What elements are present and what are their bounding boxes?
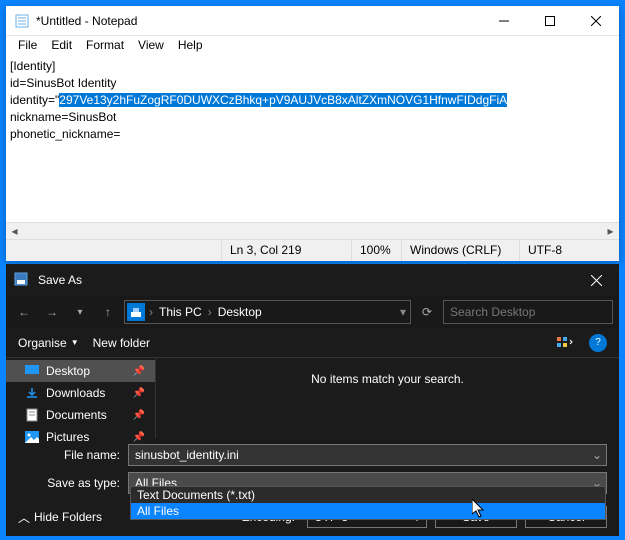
- refresh-button[interactable]: ⟳: [415, 300, 439, 324]
- close-button[interactable]: [573, 6, 619, 36]
- notepad-editor[interactable]: [Identity] id=SinusBot Identity identity…: [6, 56, 619, 222]
- file-list[interactable]: No items match your search.: [156, 358, 619, 438]
- notepad-window: *Untitled - Notepad File Edit Format Vie…: [6, 6, 619, 260]
- picture-icon: [24, 429, 40, 445]
- notepad-title: *Untitled - Notepad: [36, 14, 481, 28]
- new-folder-button[interactable]: New folder: [93, 336, 150, 350]
- notepad-icon: [14, 13, 30, 29]
- hide-folders-button[interactable]: ︿Hide Folders: [18, 509, 102, 526]
- menu-format[interactable]: Format: [80, 36, 130, 56]
- chevron-up-icon: ︿: [18, 509, 30, 526]
- pin-icon[interactable]: 📌: [133, 388, 145, 399]
- save-as-toolbar: Organise▼ New folder ?: [6, 328, 619, 358]
- nav-up-button[interactable]: ↑: [96, 300, 120, 324]
- scroll-left-icon[interactable]: ◂: [6, 223, 23, 240]
- menu-file[interactable]: File: [12, 36, 43, 56]
- search-input[interactable]: Search Desktop: [443, 300, 613, 324]
- status-zoom: 100%: [351, 240, 401, 261]
- chevron-down-icon[interactable]: ⌄: [592, 448, 602, 462]
- notepad-statusbar: Ln 3, Col 219 100% Windows (CRLF) UTF-8: [6, 239, 619, 261]
- save-as-icon: [14, 272, 30, 288]
- notepad-titlebar[interactable]: *Untitled - Notepad: [6, 6, 619, 36]
- search-placeholder: Search Desktop: [450, 305, 535, 319]
- folder-tree: Desktop📌 Downloads📌 Documents📌 Pictures📌: [6, 358, 156, 438]
- notepad-menu: File Edit Format View Help: [6, 36, 619, 56]
- download-icon: [24, 385, 40, 401]
- save-as-titlebar[interactable]: Save As: [6, 264, 619, 296]
- status-eol: Windows (CRLF): [401, 240, 519, 261]
- save-as-navbar: ← → ▾ ↑ › This PC › Desktop ▾ ⟳ Search D…: [6, 296, 619, 328]
- help-button[interactable]: ?: [589, 334, 607, 352]
- empty-message: No items match your search.: [311, 372, 464, 386]
- breadcrumb-this-pc[interactable]: This PC: [157, 305, 204, 319]
- organise-button[interactable]: Organise▼: [18, 336, 79, 350]
- nav-forward-button[interactable]: →: [40, 300, 64, 324]
- desktop-icon: [24, 363, 40, 379]
- menu-edit[interactable]: Edit: [45, 36, 78, 56]
- type-dropdown: Text Documents (*.txt) All Files: [130, 486, 606, 520]
- scroll-right-icon[interactable]: ▸: [602, 223, 619, 240]
- pin-icon[interactable]: 📌: [133, 366, 145, 377]
- type-option-all[interactable]: All Files: [131, 503, 605, 519]
- nav-recent-button[interactable]: ▾: [68, 300, 92, 324]
- address-bar[interactable]: › This PC › Desktop ▾: [124, 300, 411, 324]
- horizontal-scrollbar[interactable]: ◂ ▸: [6, 222, 619, 239]
- save-as-close-button[interactable]: [573, 264, 619, 296]
- filename-input[interactable]: sinusbot_identity.ini⌄: [128, 444, 607, 466]
- type-label: Save as type:: [18, 476, 128, 490]
- tree-item-documents[interactable]: Documents📌: [6, 404, 155, 426]
- save-as-title: Save As: [38, 273, 573, 287]
- pin-icon[interactable]: 📌: [133, 410, 145, 421]
- tree-item-downloads[interactable]: Downloads📌: [6, 382, 155, 404]
- document-icon: [24, 407, 40, 423]
- selected-text: 297Ve13y2hFuZogRF0DUWXCzBhkq+pV9AUJVcB8x…: [59, 93, 507, 107]
- view-options-button[interactable]: [555, 333, 575, 353]
- location-icon: [127, 303, 145, 321]
- nav-back-button[interactable]: ←: [12, 300, 36, 324]
- status-encoding: UTF-8: [519, 240, 619, 261]
- maximize-button[interactable]: [527, 6, 573, 36]
- menu-view[interactable]: View: [132, 36, 170, 56]
- pin-icon[interactable]: 📌: [133, 432, 145, 443]
- type-option-txt[interactable]: Text Documents (*.txt): [131, 487, 605, 503]
- menu-help[interactable]: Help: [172, 36, 209, 56]
- breadcrumb-desktop[interactable]: Desktop: [216, 305, 264, 319]
- tree-item-desktop[interactable]: Desktop📌: [6, 360, 155, 382]
- minimize-button[interactable]: [481, 6, 527, 36]
- status-position: Ln 3, Col 219: [221, 240, 351, 261]
- filename-label: File name:: [18, 448, 128, 462]
